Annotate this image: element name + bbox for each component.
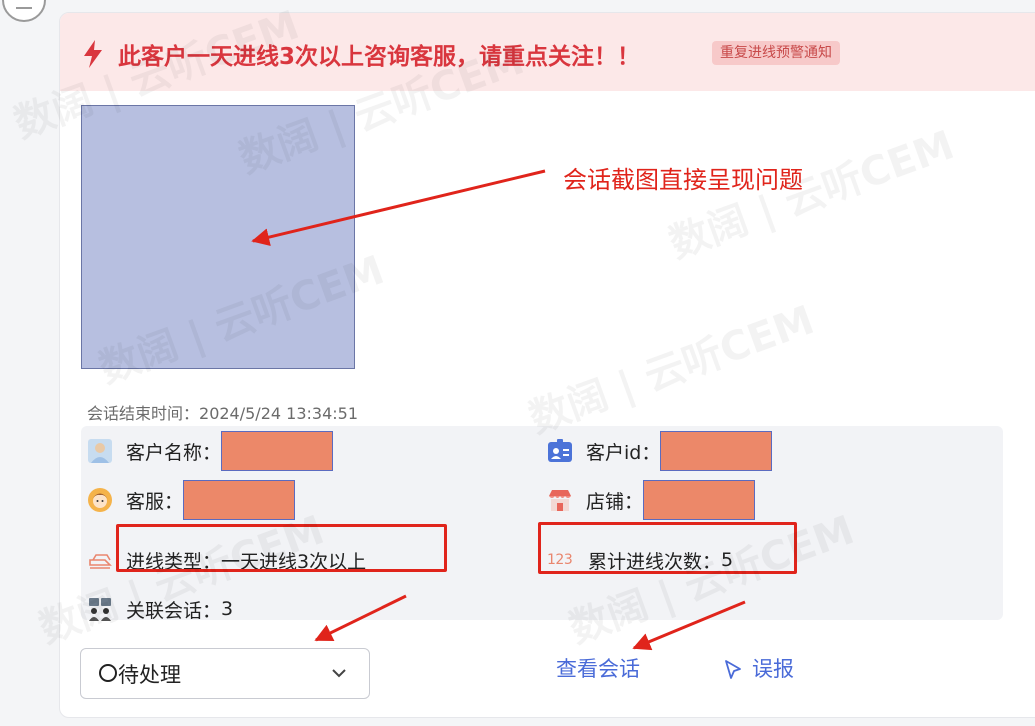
- arrow-to-view-session: [632, 600, 746, 651]
- annotation-arrows: [251, 169, 746, 651]
- arrow-to-status: [314, 594, 407, 642]
- arrow-to-screenshot: [251, 169, 546, 246]
